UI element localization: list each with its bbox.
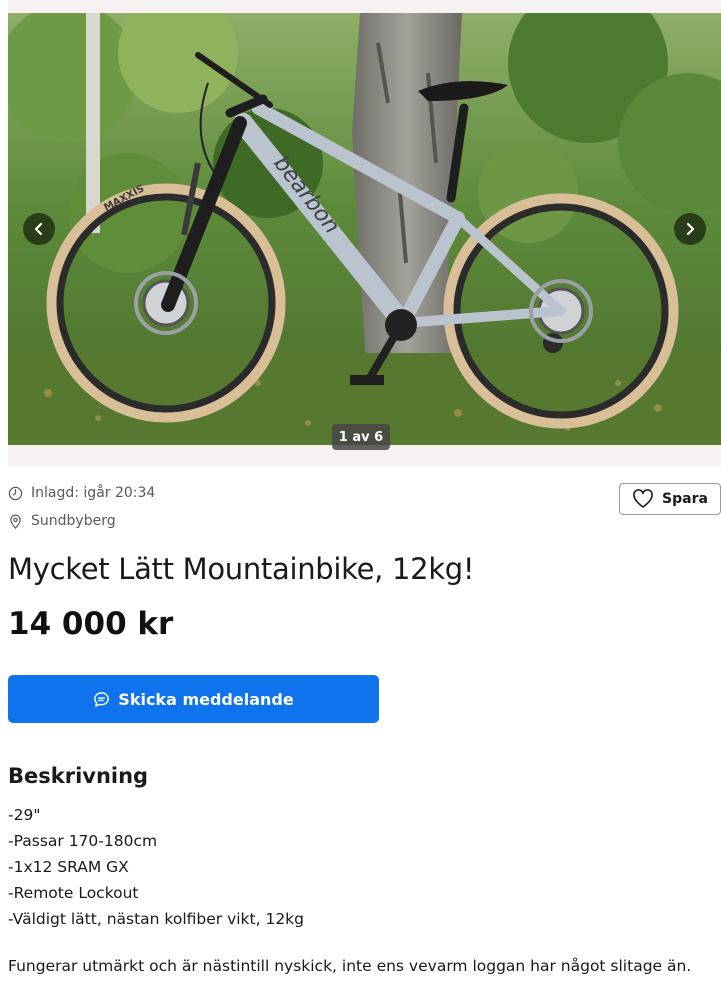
description-line: -Väldigt lätt, nästan kolfiber vikt, 12k… [8,910,304,928]
listing-title: Mycket Lätt Mountainbike, 12kg! [8,552,475,586]
heart-icon [633,489,653,508]
location-row: Sundbyberg [8,511,155,531]
listing-meta: Inlagd: igår 20:34 Sundbyberg [8,483,155,539]
clock-icon [8,486,23,500]
send-message-label: Skicka meddelande [118,689,294,709]
save-button[interactable]: Spara [619,483,721,515]
description-line: -Remote Lockout [8,884,139,902]
image-counter: 1 av 6 [332,424,390,450]
save-label: Spara [662,491,708,507]
next-image-button[interactable] [674,213,706,245]
description-line: -1x12 SRAM GX [8,858,129,876]
listing-photo[interactable]: MAXXIS MAXXIS bearbon [8,13,721,445]
description-line: -29" [8,806,41,824]
chevron-left-icon [34,222,43,236]
listing-price: 14 000 kr [8,606,174,642]
location-pin-icon [10,514,21,529]
description-list: -29" -Passar 170-180cm -1x12 SRAM GX -Re… [8,802,304,932]
image-gallery[interactable]: MAXXIS MAXXIS bearbon 1 av 6 [8,0,721,467]
posted-row: Inlagd: igår 20:34 [8,483,155,503]
description-line: -Passar 170-180cm [8,832,158,850]
description-paragraph: Fungerar utmärkt och är nästintill nyski… [8,957,692,975]
send-message-button[interactable]: Skicka meddelande [8,675,379,723]
previous-image-button[interactable] [23,213,55,245]
chevron-right-icon [686,222,695,236]
chat-bubble-icon [94,691,110,707]
description-heading: Beskrivning [8,764,149,788]
location-text: Sundbyberg [31,513,116,529]
posted-time: Inlagd: igår 20:34 [31,485,156,501]
